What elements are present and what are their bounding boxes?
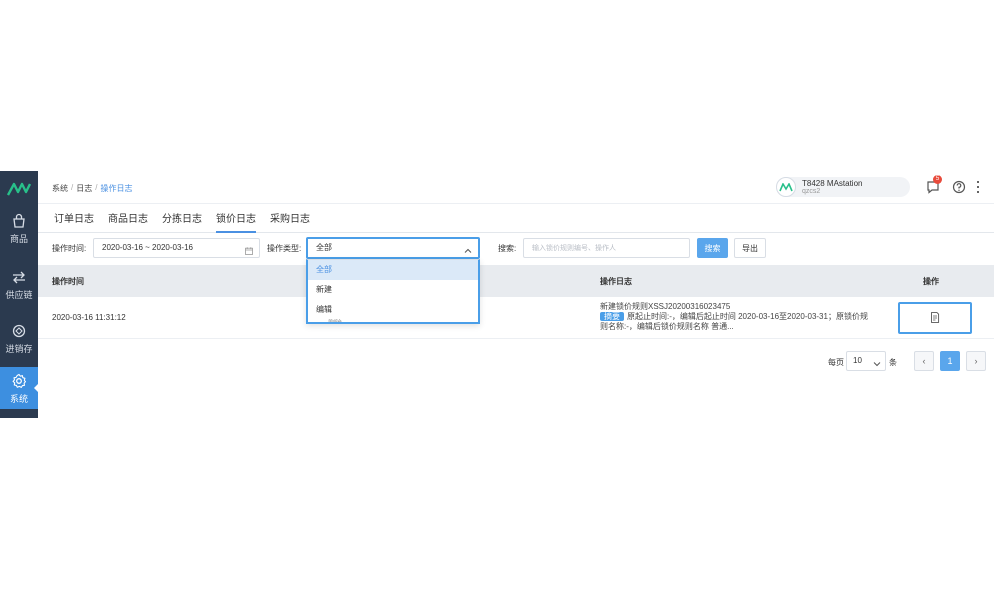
- prev-page-button[interactable]: ‹: [914, 351, 934, 371]
- shopping-bag-icon: [10, 212, 28, 230]
- row-time: 2020-03-16 11:31:12: [52, 313, 126, 322]
- summary-tag: 摘要: [600, 312, 624, 321]
- page-size-value: 10: [853, 356, 862, 365]
- notification-badge: 5: [933, 175, 942, 184]
- breadcrumb-separator: /: [95, 183, 98, 192]
- date-range-picker[interactable]: 2020-03-16 ~ 2020-03-16: [93, 238, 260, 258]
- page-size-select[interactable]: 10: [846, 351, 886, 371]
- page-button-current[interactable]: 1: [940, 351, 960, 371]
- option-all[interactable]: 全部: [308, 260, 478, 280]
- unit-label: 条: [889, 358, 897, 367]
- option-delete-partial: 删除: [328, 320, 342, 324]
- search-button[interactable]: 搜索: [697, 238, 728, 258]
- avatar: [776, 177, 796, 197]
- breadcrumb-item-current: 操作日志: [100, 184, 133, 193]
- help-icon[interactable]: [952, 180, 966, 194]
- row-log-detail: 原起止时间:-，编辑后起止时间 2020-03-16至2020-03-31；原锁…: [600, 312, 868, 331]
- column-header-action: 操作: [923, 277, 939, 286]
- sidebar-item-label: 进销存: [5, 343, 33, 354]
- gear-icon: [10, 372, 28, 390]
- sidebar-item-label: 商品: [9, 233, 28, 244]
- user-menu[interactable]: T8428 MAstation qzcs2: [776, 177, 910, 197]
- breadcrumb-item-log[interactable]: 日志: [76, 183, 92, 194]
- sidebar-item-goods[interactable]: 商品: [0, 207, 38, 249]
- brand-logo-icon[interactable]: [0, 171, 38, 207]
- user-name: T8428 MAstation: [802, 179, 863, 188]
- log-tabs: 订单日志 商品日志 分拣日志 锁价日志 采购日志: [38, 209, 994, 233]
- sidebar-item-system[interactable]: 系统: [0, 367, 38, 409]
- search-label: 搜索:: [498, 244, 517, 253]
- swap-arrows-icon: [10, 268, 28, 286]
- sidebar-item-inventory[interactable]: 进销存: [0, 317, 38, 359]
- tab-goods-log[interactable]: 商品日志: [108, 209, 148, 233]
- chevron-up-icon: [464, 244, 472, 253]
- operation-type-select[interactable]: 全部: [306, 237, 480, 259]
- tab-order-log[interactable]: 订单日志: [54, 209, 94, 233]
- tab-sorting-log[interactable]: 分拣日志: [162, 209, 202, 233]
- cycle-box-icon: [10, 322, 28, 340]
- user-account: qzcs2: [802, 188, 821, 195]
- sidebar-item-supply-chain[interactable]: 供应链: [0, 263, 38, 305]
- next-page-button[interactable]: ›: [966, 351, 986, 371]
- operation-type-dropdown: 全部 新建 编辑 删除: [306, 259, 480, 324]
- more-menu-icon[interactable]: [974, 180, 982, 194]
- tab-purchase-log[interactable]: 采购日志: [270, 209, 310, 233]
- option-edit[interactable]: 编辑: [308, 300, 478, 320]
- column-header-log: 操作日志: [600, 277, 632, 286]
- breadcrumb: 系统 / 日志 / 操作日志: [52, 183, 132, 194]
- row-action-cell: [898, 302, 972, 334]
- pagination: 每页 10 条 ‹ 1 ›: [38, 351, 994, 373]
- export-button[interactable]: 导出: [734, 238, 766, 258]
- filter-bar: 操作时间: 2020-03-16 ~ 2020-03-16 操作类型: 全部 搜…: [38, 235, 994, 265]
- message-icon[interactable]: 5: [926, 175, 942, 194]
- chevron-down-icon: [873, 357, 881, 367]
- sidebar-item-label: 系统: [9, 393, 28, 404]
- option-create[interactable]: 新建: [308, 280, 478, 300]
- per-page-label: 每页: [828, 358, 844, 367]
- sidebar: 商品 供应链 进销存 系统: [0, 171, 38, 418]
- row-log-title: 新建锁价规则XSSJ20200316023475: [600, 302, 731, 311]
- date-range-value: 2020-03-16 ~ 2020-03-16: [102, 243, 193, 252]
- sidebar-item-label: 供应链: [5, 289, 33, 300]
- top-bar: 系统 / 日志 / 操作日志 T8428 MAstation qzcs2 5: [38, 171, 994, 204]
- column-header-time: 操作时间: [52, 277, 84, 286]
- calendar-icon: [245, 244, 253, 255]
- table-row: 2020-03-16 11:31:12 新建锁价规则XSSJ2020031602…: [38, 297, 994, 339]
- tab-price-lock-log[interactable]: 锁价日志: [216, 209, 256, 233]
- table-header: 操作时间 操作日志 操作: [38, 265, 994, 297]
- row-log: 新建锁价规则XSSJ20200316023475 摘要 原起止时间:-，编辑后起止…: [600, 302, 870, 332]
- breadcrumb-item-system[interactable]: 系统: [52, 183, 68, 194]
- log-table: 操作时间 操作日志 操作 2020-03-16 11:31:12 新建锁价规则X…: [38, 265, 994, 339]
- search-input[interactable]: [523, 238, 690, 258]
- document-detail-icon[interactable]: [930, 311, 940, 325]
- time-filter-label: 操作时间:: [52, 244, 87, 253]
- type-filter-label: 操作类型:: [267, 244, 302, 253]
- breadcrumb-separator: /: [71, 183, 74, 192]
- operation-type-value: 全部: [316, 243, 332, 252]
- app-window: 商品 供应链 进销存 系统 系统 / 日志 / 操作日志 T8428 MAsta…: [0, 171, 994, 418]
